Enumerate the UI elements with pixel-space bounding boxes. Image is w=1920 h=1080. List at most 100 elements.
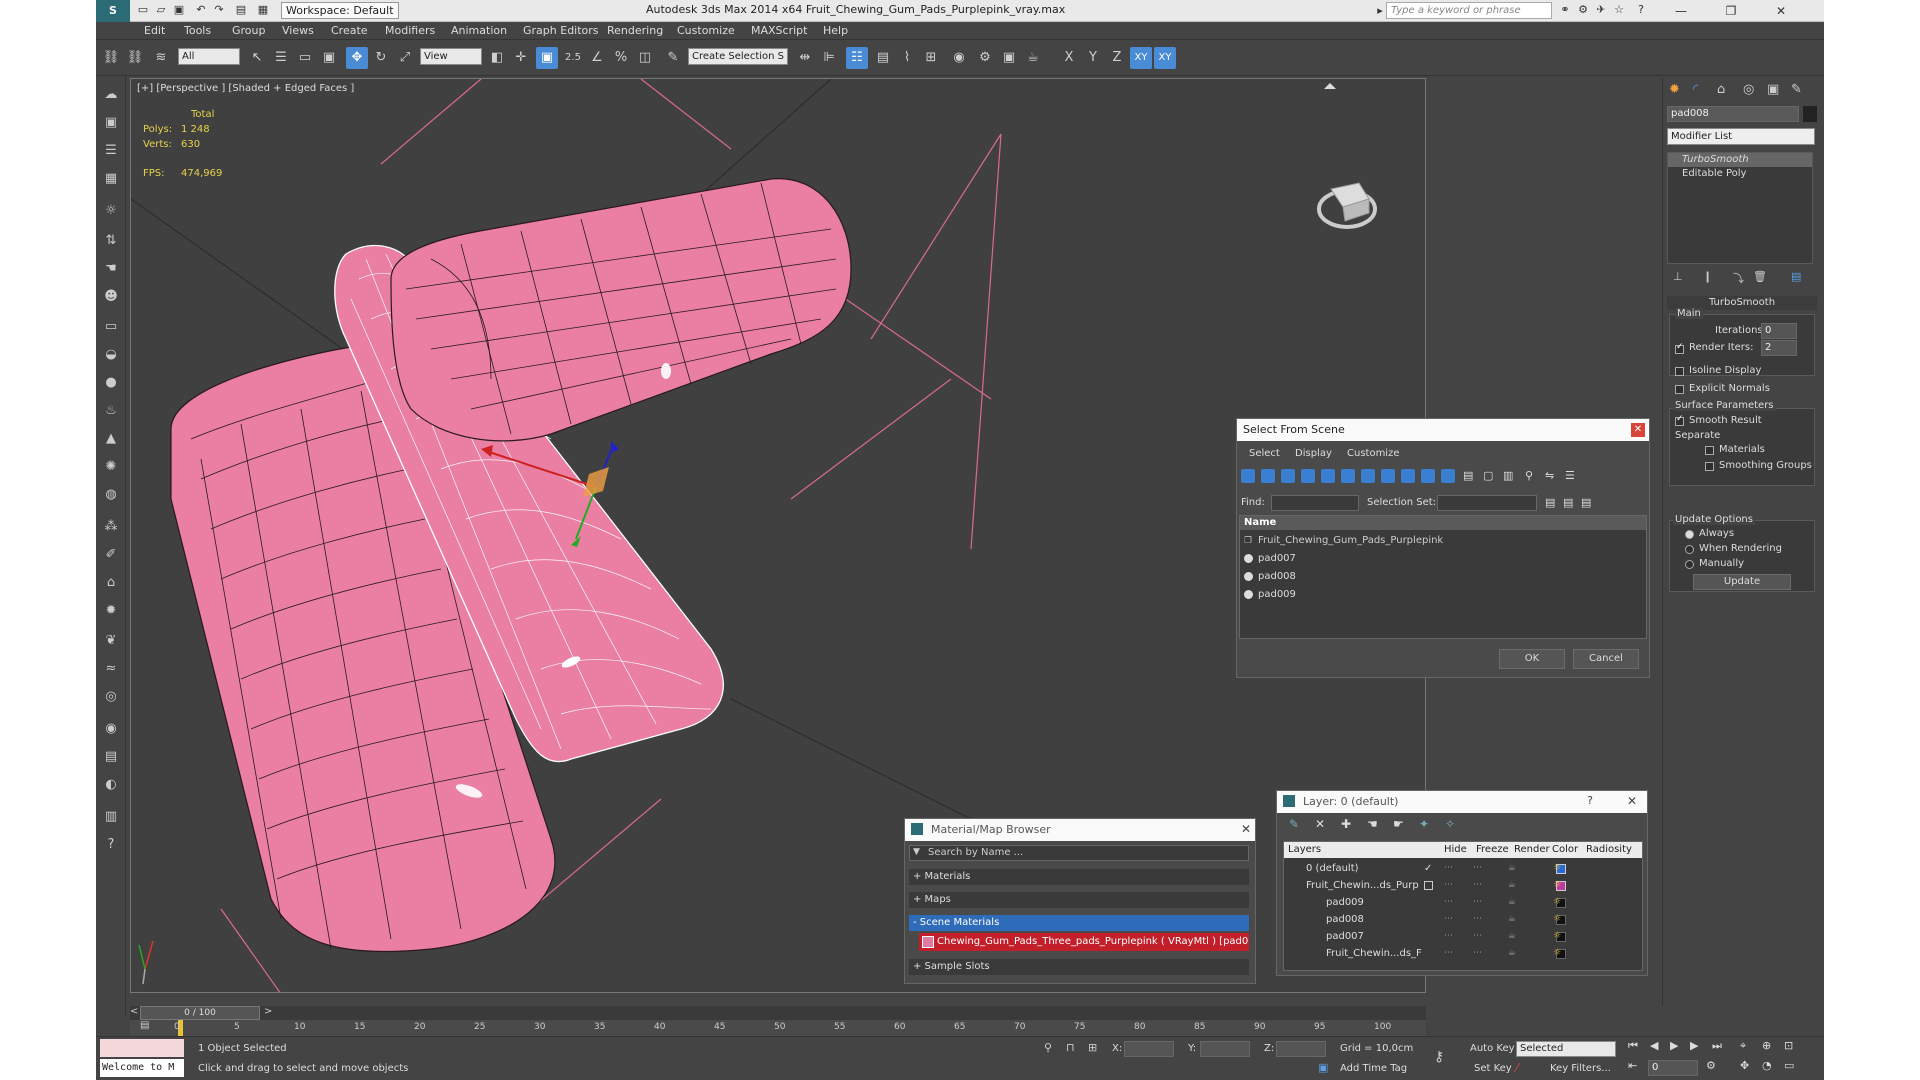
name-column-header[interactable]: Name — [1240, 516, 1646, 530]
display-groups-icon[interactable] — [1361, 469, 1375, 483]
lock-icon[interactable]: ⊓ — [1066, 1041, 1075, 1054]
render-iters-checkbox[interactable]: ✓ — [1675, 342, 1684, 354]
delete-layer-icon[interactable]: ✕ — [1315, 817, 1325, 831]
box-icon[interactable]: ▭ — [100, 316, 122, 338]
sel-set-add-icon[interactable]: ▤ — [1563, 496, 1573, 509]
render-production-icon[interactable]: ☕ — [1022, 47, 1044, 69]
display-bones-icon[interactable] — [1401, 469, 1415, 483]
align-icon[interactable]: ⊫ — [818, 47, 840, 69]
pivot-center-icon[interactable]: ◧ — [486, 47, 508, 69]
favorites-icon[interactable]: ☆ — [1612, 3, 1626, 17]
object-color-swatch[interactable] — [1803, 106, 1817, 122]
axis-xy-cycle-button[interactable]: XY — [1154, 47, 1176, 69]
open-file-icon[interactable]: ▱ — [154, 3, 168, 17]
edit-named-selection-icon[interactable]: ✎ — [662, 47, 684, 69]
reference-coordinate-dropdown[interactable]: View — [420, 48, 482, 65]
prev-key-icon[interactable]: ◀ — [1650, 1039, 1658, 1052]
select-and-scale-icon[interactable]: ⤢ — [394, 47, 416, 69]
display-containers-icon[interactable] — [1421, 469, 1435, 483]
active-layer-check-icon[interactable]: ✓ — [1424, 860, 1432, 877]
chevron-down-icon[interactable]: ▼ — [913, 847, 920, 857]
menu-graph-editors[interactable]: Graph Editors — [523, 24, 599, 37]
search-input[interactable]: Type a keyword or phrase — [1386, 2, 1552, 19]
key-mode-dropdown[interactable]: Selected — [1516, 1041, 1616, 1057]
sample-slots-group[interactable]: + Sample Slots — [909, 959, 1249, 975]
teapot-icon[interactable]: ♨ — [100, 400, 122, 422]
iterations-spinner[interactable]: 0 — [1761, 323, 1797, 339]
percent-snap-icon[interactable]: % — [610, 47, 632, 69]
save-file-icon[interactable]: ▣ — [172, 3, 186, 17]
orb-icon[interactable]: ◉ — [100, 718, 122, 740]
maps-group[interactable]: + Maps — [909, 892, 1249, 908]
list-item[interactable]: Fruit_Chewing_Gum_Pads_Purplepink — [1240, 532, 1646, 550]
select-and-rotate-icon[interactable]: ↻ — [370, 47, 392, 69]
angle-snap-icon[interactable]: ∠ — [586, 47, 608, 69]
frame-counter[interactable]: 0 / 100 — [140, 1006, 260, 1020]
find-input[interactable] — [1271, 495, 1359, 511]
create-layer-icon[interactable]: ✎ — [1289, 817, 1299, 831]
rect-selection-icon[interactable]: ▭ — [294, 47, 316, 69]
sun-icon[interactable]: ✺ — [100, 456, 122, 478]
sfs-menu-select[interactable]: Select — [1249, 448, 1280, 459]
help-icon[interactable]: ? — [1587, 794, 1593, 807]
globe-icon[interactable]: ✹ — [100, 600, 122, 622]
menu-modifiers[interactable]: Modifiers — [385, 24, 435, 37]
display-lights-icon[interactable] — [1281, 469, 1295, 483]
layer-color-swatch[interactable] — [1556, 915, 1566, 925]
display-helpers-icon[interactable] — [1321, 469, 1335, 483]
scene-material-item[interactable]: Chewing_Gum_Pads_Three_pads_Purplepink (… — [919, 933, 1249, 951]
sel-set-remove-icon[interactable]: ▤ — [1581, 496, 1591, 509]
hide-all-icon[interactable]: ✦ — [1419, 817, 1429, 831]
select-by-name-icon[interactable]: ☰ — [270, 47, 292, 69]
unlink-icon[interactable]: ⛓ — [124, 47, 146, 69]
restore-icon[interactable]: ❐ — [1722, 2, 1740, 20]
configure-sets-icon[interactable]: ▤ — [1791, 270, 1801, 283]
display-geometry-icon[interactable] — [1241, 469, 1255, 483]
curve-editor-icon[interactable]: ⌇ — [896, 47, 918, 69]
pin-stack-icon[interactable]: ⊥ — [1673, 270, 1683, 283]
display-cameras-icon[interactable] — [1301, 469, 1315, 483]
close-icon[interactable]: ✕ — [1631, 423, 1645, 437]
pan-icon[interactable]: ✥ — [1740, 1059, 1749, 1072]
auto-key-button[interactable]: Auto Key — [1470, 1043, 1515, 1054]
minimize-icon[interactable]: — — [1672, 2, 1690, 20]
update-button[interactable]: Update — [1693, 574, 1791, 590]
brush-icon[interactable]: ✐ — [100, 544, 122, 566]
subscription-icon[interactable]: ⚙ — [1576, 3, 1590, 17]
hold-icon[interactable]: ▤ — [234, 3, 248, 17]
menu-customize[interactable]: Customize — [677, 24, 735, 37]
dial-icon[interactable]: ◐ — [100, 774, 122, 796]
modifier-list-dropdown[interactable]: Modifier List — [1667, 128, 1815, 145]
search-expand-icon[interactable]: ▸ — [1373, 4, 1387, 18]
people-icon[interactable]: ☻ — [100, 286, 122, 308]
stack-item-turbosmooth[interactable]: TurboSmooth — [1668, 153, 1812, 167]
communication-icon[interactable]: ✈ — [1594, 3, 1608, 17]
viewcube[interactable] — [1317, 182, 1377, 229]
render-setup-icon[interactable]: ⚙ — [974, 47, 996, 69]
col-render[interactable]: Render — [1514, 842, 1550, 858]
display-xrefs-icon[interactable] — [1381, 469, 1395, 483]
sync-selection-icon[interactable]: ⇋ — [1545, 469, 1554, 482]
track-bar[interactable]: ▤ 0 5 10 15 20 25 30 35 40 45 50 55 60 65 70 75 80 85 90 95… — [130, 1020, 1426, 1036]
hair-icon[interactable]: ≈ — [100, 658, 122, 680]
menu-edit[interactable]: Edit — [144, 24, 165, 37]
col-freeze[interactable]: Freeze — [1476, 842, 1509, 858]
maxscript-listener-top[interactable] — [100, 1039, 184, 1057]
axis-z-button[interactable]: Z — [1106, 47, 1128, 69]
project-folder-icon[interactable]: ▦ — [256, 3, 270, 17]
col-layers[interactable]: Layers — [1288, 842, 1321, 858]
sfs-menu-customize[interactable]: Customize — [1347, 448, 1400, 459]
panel-icon[interactable]: ▥ — [100, 806, 122, 828]
close-icon[interactable]: ✕ — [1241, 822, 1251, 836]
make-unique-icon[interactable]: ⤵ — [1733, 270, 1744, 286]
list-item[interactable]: pad008 — [1240, 568, 1646, 586]
materials-group[interactable]: + Materials — [909, 869, 1249, 885]
go-to-start-icon[interactable]: ⏮ — [1628, 1039, 1638, 1053]
dome-icon[interactable]: ◒ — [100, 344, 122, 366]
window-crossing-icon[interactable]: ▣ — [318, 47, 340, 69]
zoom-all-icon[interactable]: ⊕ — [1762, 1039, 1771, 1052]
hierarchy-icon[interactable]: ☰ — [1565, 469, 1575, 482]
next-key-icon[interactable]: ▶ — [1690, 1039, 1698, 1052]
create-tab-icon[interactable]: ✹ — [1669, 82, 1680, 97]
arrows-icon[interactable]: ⇅ — [100, 230, 122, 252]
